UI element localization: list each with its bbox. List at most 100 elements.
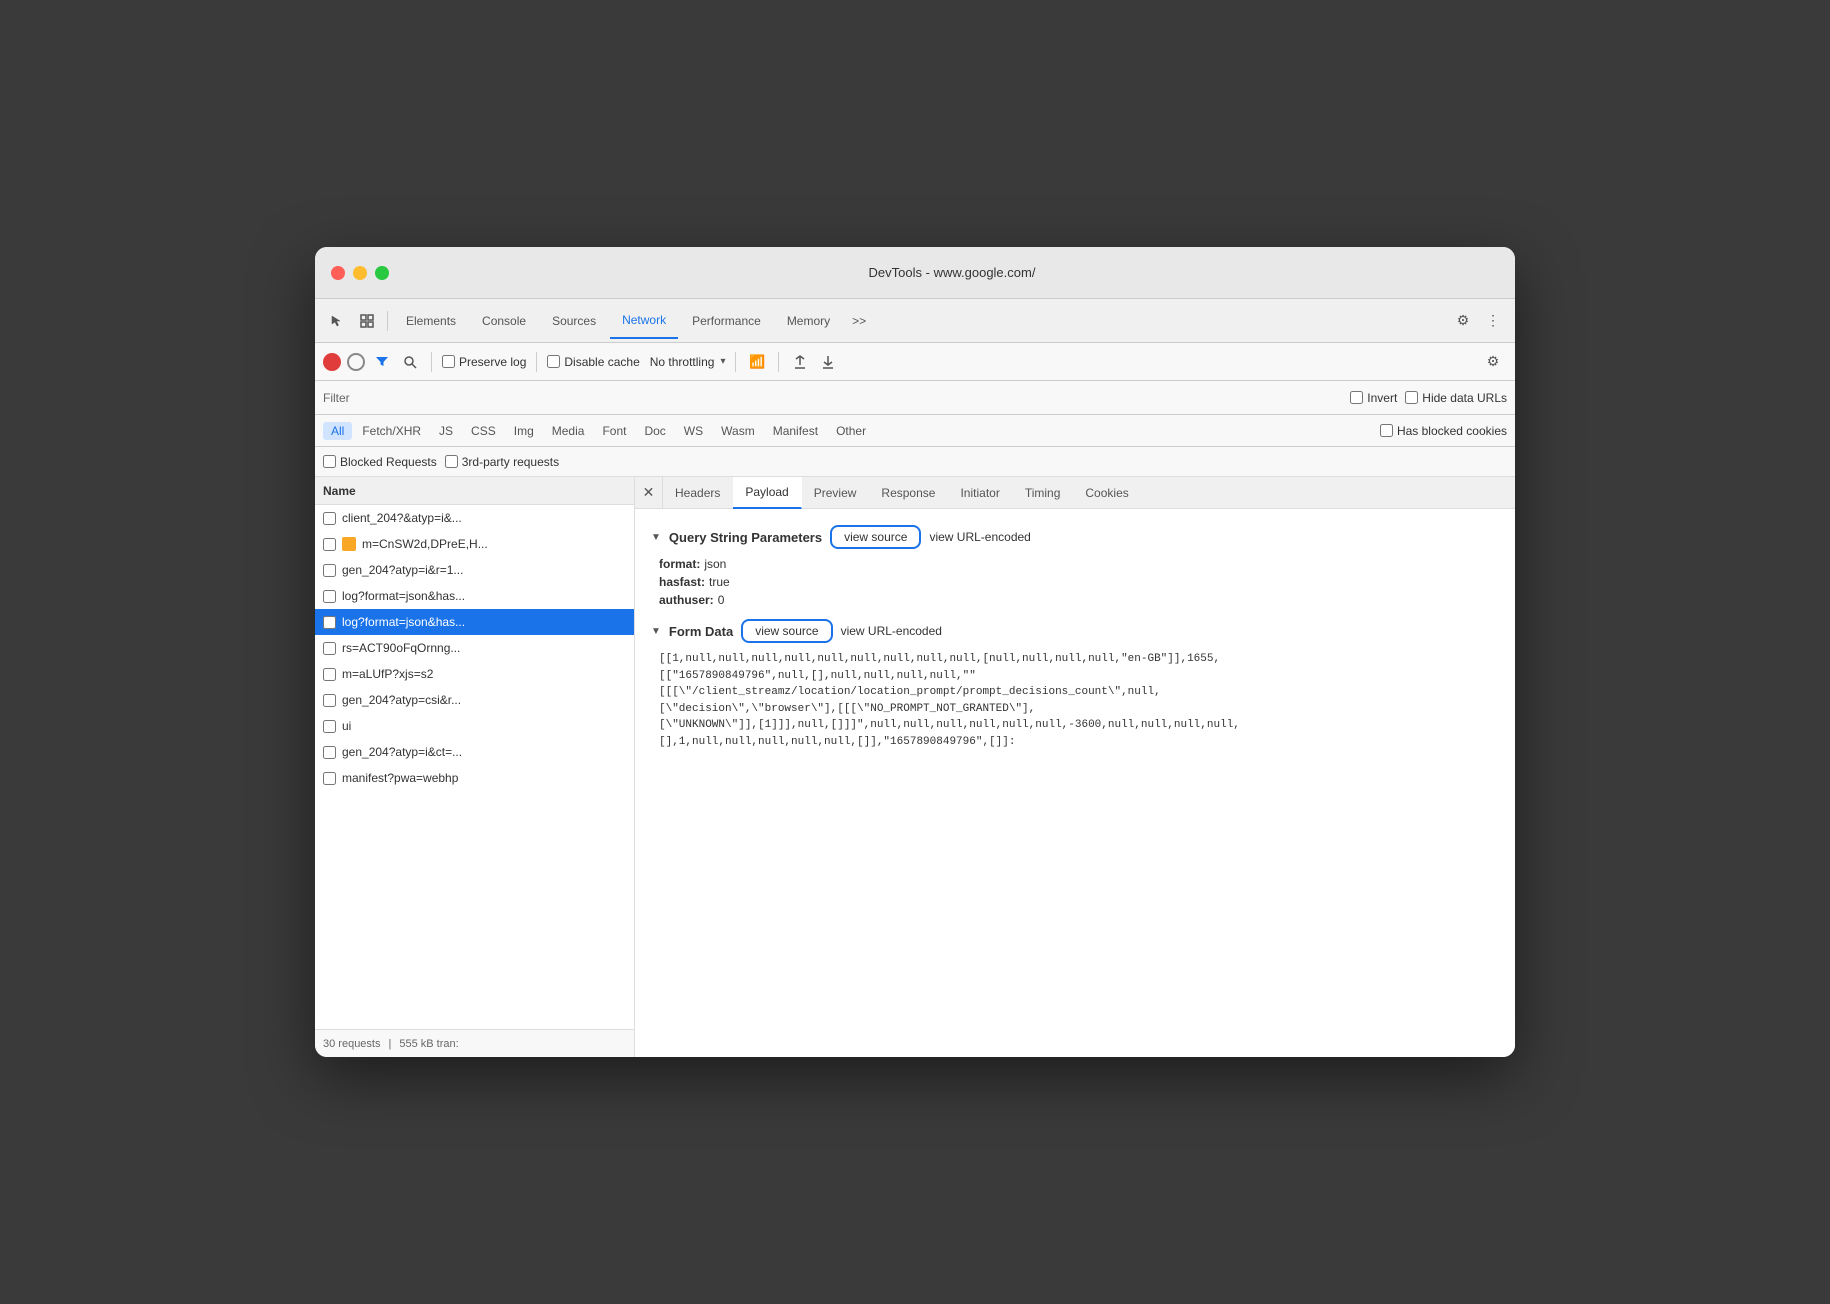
list-item[interactable]: gen_204?atyp=i&ct=...	[315, 739, 634, 765]
preserve-log-checkbox[interactable]	[442, 355, 455, 368]
item-checkbox[interactable]	[323, 668, 336, 681]
collapse-triangle[interactable]: ▼	[651, 532, 661, 543]
third-party-checkbox[interactable]	[445, 455, 458, 468]
param-key-format: format:	[659, 557, 700, 571]
query-string-section-header: ▼ Query String Parameters view source vi…	[651, 525, 1499, 549]
filter-wasm[interactable]: Wasm	[713, 422, 763, 440]
list-item[interactable]: ui	[315, 713, 634, 739]
tab-console[interactable]: Console	[470, 303, 538, 339]
filter-css[interactable]: CSS	[463, 422, 504, 440]
list-item[interactable]: gen_204?atyp=i&r=1...	[315, 557, 634, 583]
list-item[interactable]: m=CnSW2d,DPreE,H...	[315, 531, 634, 557]
list-item[interactable]: rs=ACT90oFqOrnng...	[315, 635, 634, 661]
maximize-button[interactable]	[375, 266, 389, 280]
throttle-chevron[interactable]: ▾	[720, 356, 725, 367]
tab-memory[interactable]: Memory	[775, 303, 842, 339]
more-options-icon[interactable]: ⋮	[1479, 307, 1507, 335]
list-item[interactable]: manifest?pwa=webhp	[315, 765, 634, 791]
tab-preview[interactable]: Preview	[802, 477, 870, 509]
main-toolbar: Elements Console Sources Network Perform…	[315, 299, 1515, 343]
disable-cache-checkbox[interactable]	[547, 355, 560, 368]
tab-elements[interactable]: Elements	[394, 303, 468, 339]
tab-sources[interactable]: Sources	[540, 303, 608, 339]
download-icon[interactable]	[817, 351, 839, 373]
filter-manifest[interactable]: Manifest	[765, 422, 826, 440]
filter-label: Filter	[323, 391, 350, 405]
filter-img[interactable]: Img	[506, 422, 542, 440]
filter-all[interactable]: All	[323, 422, 352, 440]
hide-data-urls-label[interactable]: Hide data URLs	[1405, 391, 1507, 405]
list-item-selected[interactable]: log?format=json&has...	[315, 609, 634, 635]
network-settings-icon[interactable]: ⚙	[1479, 348, 1507, 376]
blocked-requests-text: Blocked Requests	[340, 455, 437, 469]
form-view-source-button[interactable]: view source	[741, 619, 832, 643]
record-button[interactable]	[323, 353, 341, 371]
list-item[interactable]: client_204?&atyp=i&...	[315, 505, 634, 531]
list-item[interactable]: gen_204?atyp=csi&r...	[315, 687, 634, 713]
more-tabs-button[interactable]: >>	[844, 310, 874, 332]
cursor-icon[interactable]	[323, 307, 351, 335]
close-detail-button[interactable]: ✕	[635, 477, 663, 509]
param-val-format: json	[704, 557, 726, 571]
close-button[interactable]	[331, 266, 345, 280]
toolbar2-separator2	[536, 352, 537, 372]
minimize-button[interactable]	[353, 266, 367, 280]
has-blocked-cookies-label[interactable]: Has blocked cookies	[1380, 424, 1507, 438]
item-name: rs=ACT90oFqOrnng...	[342, 641, 626, 655]
item-checkbox[interactable]	[323, 512, 336, 525]
param-row-authuser: authuser: 0	[651, 593, 1499, 607]
query-view-source-button[interactable]: view source	[830, 525, 921, 549]
search-icon[interactable]	[399, 351, 421, 373]
invert-label[interactable]: Invert	[1350, 391, 1397, 405]
invert-checkbox[interactable]	[1350, 391, 1363, 404]
tab-cookies[interactable]: Cookies	[1073, 477, 1141, 509]
item-checkbox[interactable]	[323, 694, 336, 707]
tab-response[interactable]: Response	[869, 477, 948, 509]
filter-font[interactable]: Font	[594, 422, 634, 440]
item-checkbox[interactable]	[323, 590, 336, 603]
preserve-log-text: Preserve log	[459, 355, 526, 369]
hide-data-urls-checkbox[interactable]	[1405, 391, 1418, 404]
filter-icon[interactable]	[371, 351, 393, 373]
inspect-icon[interactable]	[353, 307, 381, 335]
filter-other[interactable]: Other	[828, 422, 874, 440]
disable-cache-text: Disable cache	[564, 355, 639, 369]
item-checkbox[interactable]	[323, 746, 336, 759]
tab-network[interactable]: Network	[610, 303, 678, 339]
item-checkbox[interactable]	[323, 564, 336, 577]
filter-ws[interactable]: WS	[676, 422, 711, 440]
footer-separator: |	[388, 1038, 391, 1050]
tab-payload[interactable]: Payload	[733, 477, 801, 509]
item-checkbox[interactable]	[323, 642, 336, 655]
tab-timing[interactable]: Timing	[1013, 477, 1074, 509]
item-checkbox[interactable]	[323, 616, 336, 629]
disable-cache-label[interactable]: Disable cache	[547, 355, 639, 369]
blocked-requests-checkbox[interactable]	[323, 455, 336, 468]
blocked-requests-label[interactable]: Blocked Requests	[323, 455, 437, 469]
tab-performance[interactable]: Performance	[680, 303, 773, 339]
wifi-icon[interactable]: 📶	[746, 351, 768, 373]
filter-media[interactable]: Media	[544, 422, 593, 440]
item-name: m=aLUfP?xjs=s2	[342, 667, 626, 681]
filter-types-bar: All Fetch/XHR JS CSS Img Media Font Doc …	[315, 415, 1515, 447]
tab-headers[interactable]: Headers	[663, 477, 733, 509]
form-view-encoded-button[interactable]: view URL-encoded	[841, 624, 942, 638]
form-collapse-triangle[interactable]: ▼	[651, 626, 661, 637]
settings-icon[interactable]: ⚙	[1449, 307, 1477, 335]
list-item[interactable]: log?format=json&has...	[315, 583, 634, 609]
param-row-format: format: json	[651, 557, 1499, 571]
filter-fetch-xhr[interactable]: Fetch/XHR	[354, 422, 429, 440]
query-view-encoded-button[interactable]: view URL-encoded	[929, 530, 1030, 544]
filter-doc[interactable]: Doc	[636, 422, 673, 440]
item-checkbox[interactable]	[323, 772, 336, 785]
filter-js[interactable]: JS	[431, 422, 461, 440]
item-checkbox[interactable]	[323, 538, 336, 551]
upload-icon[interactable]	[789, 351, 811, 373]
preserve-log-label[interactable]: Preserve log	[442, 355, 526, 369]
tab-initiator[interactable]: Initiator	[948, 477, 1012, 509]
third-party-label[interactable]: 3rd-party requests	[445, 455, 559, 469]
clear-button[interactable]	[347, 353, 365, 371]
list-item[interactable]: m=aLUfP?xjs=s2	[315, 661, 634, 687]
has-blocked-cookies-checkbox[interactable]	[1380, 424, 1393, 437]
item-checkbox[interactable]	[323, 720, 336, 733]
